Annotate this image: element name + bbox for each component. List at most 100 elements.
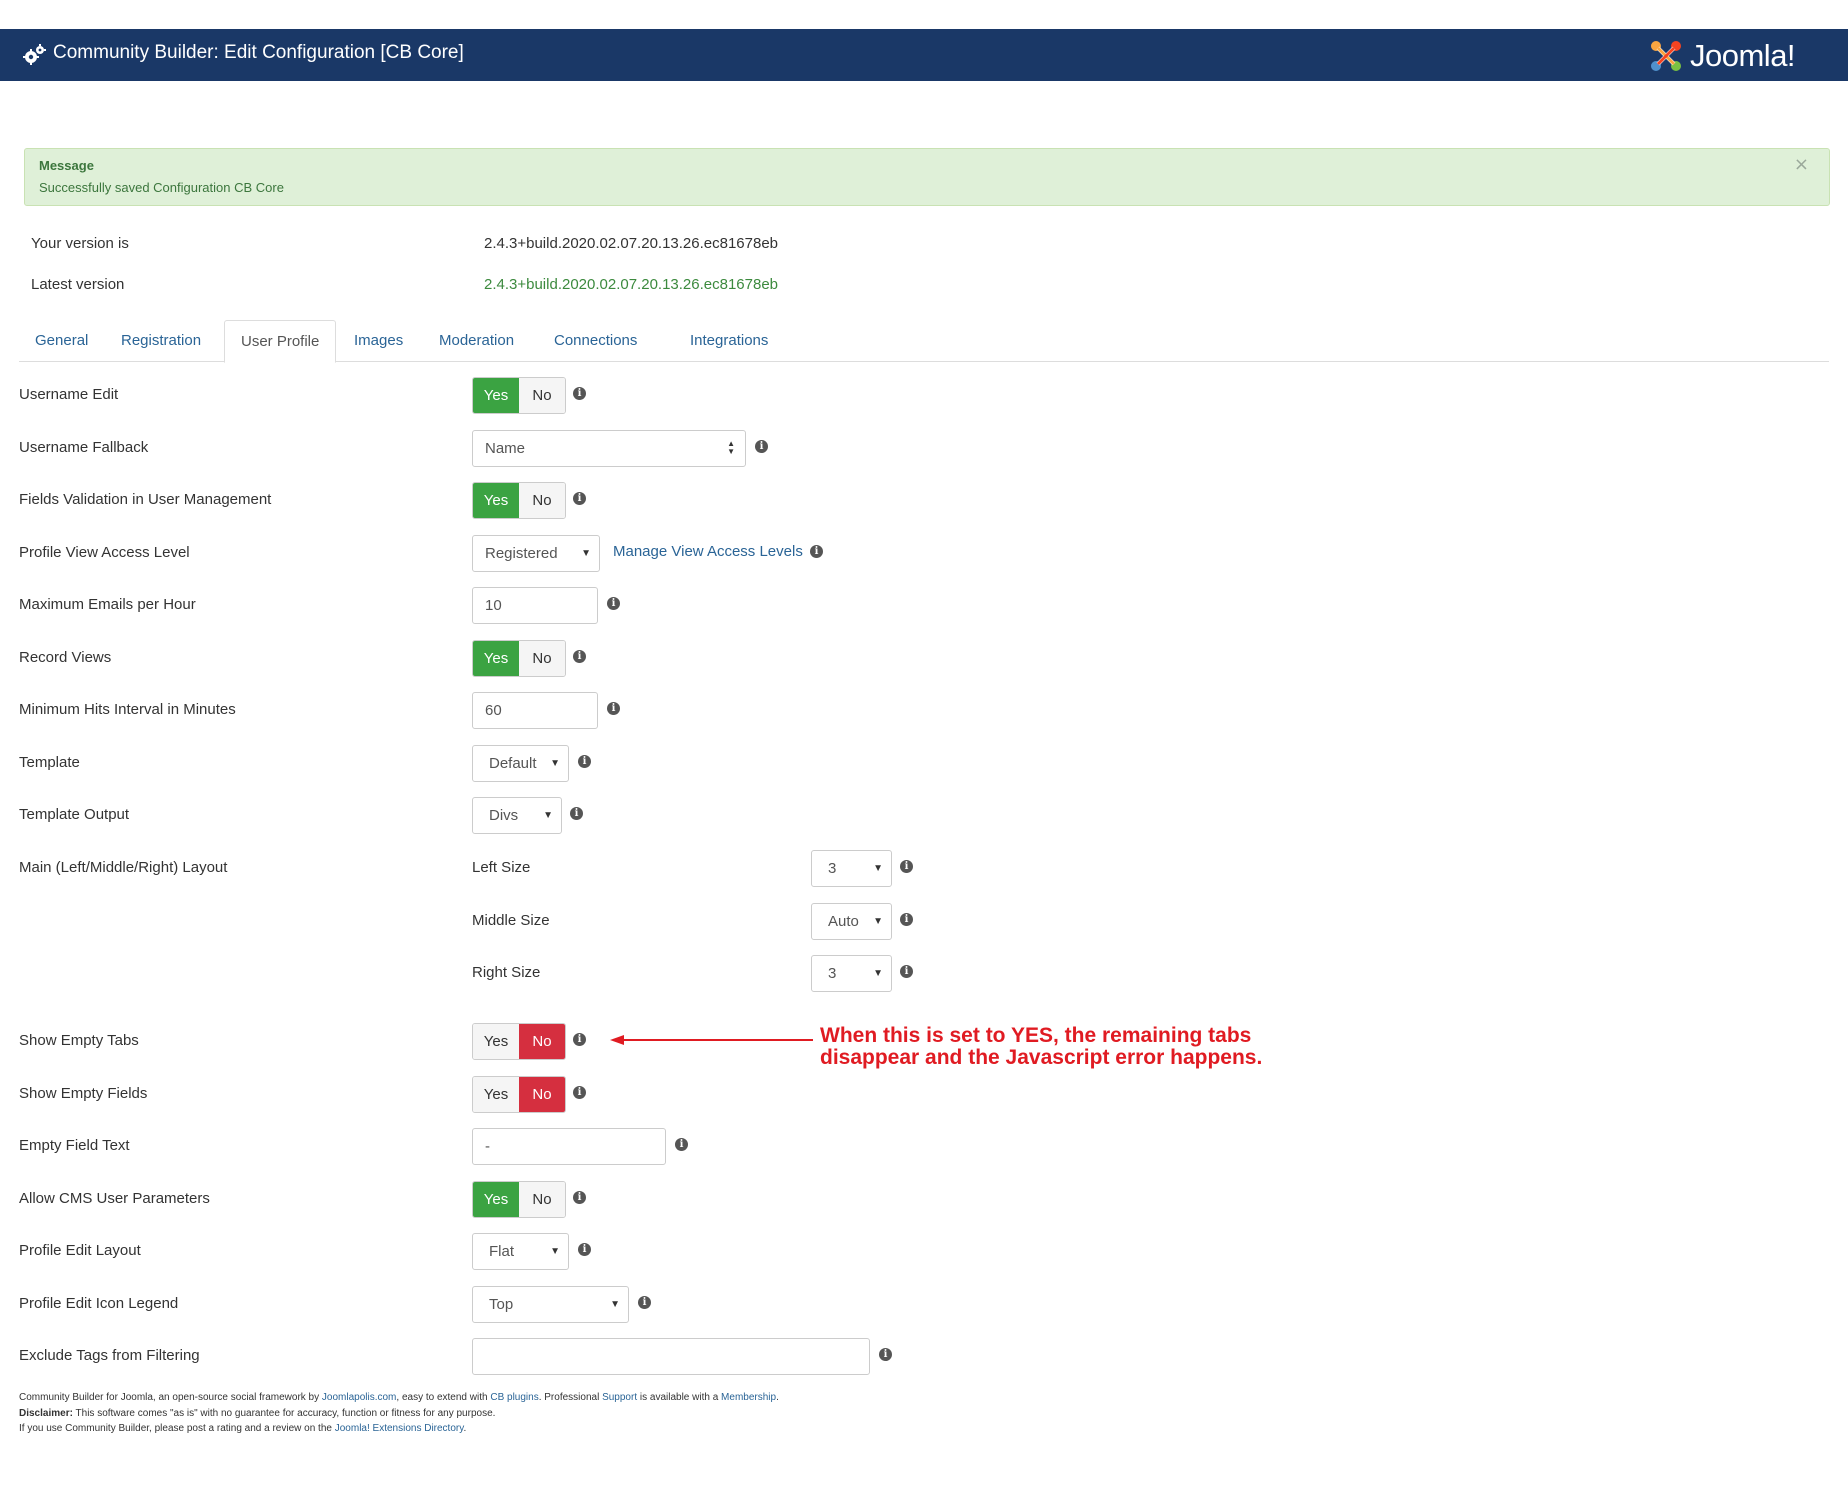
caret-down-icon: ▼ — [610, 1299, 620, 1310]
info-icon[interactable]: i — [573, 1086, 586, 1099]
middle-size-label: Middle Size — [472, 912, 550, 929]
caret-down-icon: ▼ — [550, 1246, 560, 1257]
manage-view-access-levels-link[interactable]: Manage View Access Levels — [613, 543, 803, 560]
right-size-select[interactable]: 3 ▼ — [811, 955, 892, 992]
caret-down-icon: ▼ — [581, 548, 591, 559]
disclaimer-label: Disclaimer: — [19, 1407, 73, 1419]
footer-text: . — [463, 1423, 467, 1434]
support-link[interactable]: Support — [602, 1392, 637, 1403]
allow-cms-params-no[interactable]: No — [519, 1182, 565, 1217]
right-size-label: Right Size — [472, 964, 541, 981]
info-icon[interactable]: i — [900, 860, 913, 873]
info-icon[interactable]: i — [900, 965, 913, 978]
caret-down-icon: ▼ — [873, 916, 883, 927]
show-empty-tabs-toggle: Yes No — [472, 1023, 566, 1060]
info-icon[interactable]: i — [900, 913, 913, 926]
info-icon[interactable]: i — [573, 1033, 586, 1046]
tab-images[interactable]: Images — [338, 320, 419, 362]
username-edit-label: Username Edit — [19, 386, 119, 403]
info-icon[interactable]: i — [573, 387, 586, 400]
info-icon[interactable]: i — [578, 755, 591, 768]
tab-integrations[interactable]: Integrations — [674, 320, 784, 362]
latest-version-label: Latest version — [31, 276, 125, 293]
profile-view-access-label: Profile View Access Level — [19, 544, 190, 561]
joomla-logo-icon — [1651, 41, 1681, 71]
info-icon[interactable]: i — [675, 1138, 688, 1151]
tab-connections[interactable]: Connections — [538, 320, 653, 362]
fields-validation-label: Fields Validation in User Management — [19, 491, 272, 508]
cb-plugins-link[interactable]: CB plugins — [490, 1392, 538, 1403]
info-icon[interactable]: i — [755, 440, 768, 453]
template-output-value: Divs — [489, 807, 519, 824]
exclude-tags-input[interactable] — [472, 1338, 870, 1375]
fields-validation-no[interactable]: No — [519, 483, 565, 518]
info-icon[interactable]: i — [879, 1348, 892, 1361]
show-empty-tabs-yes[interactable]: Yes — [473, 1024, 519, 1059]
min-hits-input[interactable]: 60 — [472, 692, 598, 729]
header-bar: Community Builder: Edit Configuration [C… — [0, 29, 1848, 81]
footer-text: is available with a — [637, 1392, 722, 1403]
record-views-no[interactable]: No — [519, 641, 565, 676]
allow-cms-params-yes[interactable]: Yes — [473, 1182, 519, 1217]
empty-field-text-input[interactable]: - — [472, 1128, 666, 1165]
show-empty-tabs-label: Show Empty Tabs — [19, 1032, 139, 1049]
profile-view-access-select[interactable]: Registered ▼ — [472, 535, 600, 572]
info-icon[interactable]: i — [607, 702, 620, 715]
footer-text: . — [776, 1392, 779, 1403]
info-icon[interactable]: i — [573, 492, 586, 505]
sort-icon: ▲ ▼ — [727, 439, 735, 456]
caret-down-icon: ▼ — [550, 758, 560, 769]
info-icon[interactable]: i — [810, 545, 823, 558]
template-output-select[interactable]: Divs ▼ — [472, 797, 562, 834]
close-icon[interactable]: × — [1794, 154, 1809, 175]
caret-down-icon: ▼ — [873, 968, 883, 979]
info-icon[interactable]: i — [573, 1191, 586, 1204]
show-empty-tabs-no[interactable]: No — [519, 1024, 565, 1059]
tab-user-profile[interactable]: User Profile — [224, 320, 337, 363]
username-edit-no[interactable]: No — [519, 378, 565, 413]
info-icon[interactable]: i — [578, 1243, 591, 1256]
username-fallback-select[interactable]: Name ▲ ▼ — [472, 430, 746, 467]
fields-validation-toggle: Yes No — [472, 482, 566, 519]
tab-general[interactable]: General — [19, 320, 104, 362]
show-empty-fields-toggle: Yes No — [472, 1076, 566, 1113]
caret-down-icon: ▼ — [543, 810, 553, 821]
info-icon[interactable]: i — [607, 597, 620, 610]
record-views-toggle: Yes No — [472, 640, 566, 677]
info-icon[interactable]: i — [573, 650, 586, 663]
left-size-label: Left Size — [472, 859, 531, 876]
right-size-value: 3 — [828, 965, 837, 982]
disclaimer-text: This software comes "as is" with no guar… — [72, 1407, 496, 1419]
info-icon[interactable]: i — [638, 1296, 651, 1309]
username-fallback-value: Name — [485, 440, 526, 457]
template-select[interactable]: Default ▼ — [472, 745, 569, 782]
exclude-tags-label: Exclude Tags from Filtering — [19, 1347, 200, 1364]
profile-edit-icon-legend-select[interactable]: Top ▼ — [472, 1286, 629, 1323]
membership-link[interactable]: Membership — [721, 1392, 776, 1403]
record-views-yes[interactable]: Yes — [473, 641, 519, 676]
joomla-logo-text: Joomla! — [1690, 38, 1796, 73]
jed-link[interactable]: Joomla! Extensions Directory — [335, 1423, 464, 1434]
show-empty-fields-yes[interactable]: Yes — [473, 1077, 519, 1112]
tab-moderation[interactable]: Moderation — [423, 320, 530, 362]
joomlapolis-link[interactable]: Joomlapolis.com — [322, 1392, 396, 1403]
empty-field-text-label: Empty Field Text — [19, 1137, 130, 1154]
profile-edit-icon-legend-value: Top — [489, 1296, 514, 1313]
footer-line-1: Community Builder for Joomla, an open-so… — [19, 1390, 779, 1406]
username-edit-toggle: Yes No — [472, 377, 566, 414]
template-output-label: Template Output — [19, 806, 130, 823]
profile-edit-layout-select[interactable]: Flat ▼ — [472, 1233, 569, 1270]
left-size-select[interactable]: 3 ▼ — [811, 850, 892, 887]
middle-size-select[interactable]: Auto ▼ — [811, 903, 892, 940]
allow-cms-params-toggle: Yes No — [472, 1181, 566, 1218]
fields-validation-yes[interactable]: Yes — [473, 483, 519, 518]
tab-registration[interactable]: Registration — [105, 320, 217, 362]
username-edit-yes[interactable]: Yes — [473, 378, 519, 413]
info-icon[interactable]: i — [570, 807, 583, 820]
show-empty-fields-no[interactable]: No — [519, 1077, 565, 1112]
allow-cms-params-label: Allow CMS User Parameters — [19, 1190, 210, 1207]
gears-icon — [23, 44, 46, 65]
max-emails-input[interactable]: 10 — [472, 587, 598, 624]
footer-text: If you use Community Builder, please pos… — [19, 1423, 335, 1434]
main-layout-label: Main (Left/Middle/Right) Layout — [19, 859, 228, 876]
